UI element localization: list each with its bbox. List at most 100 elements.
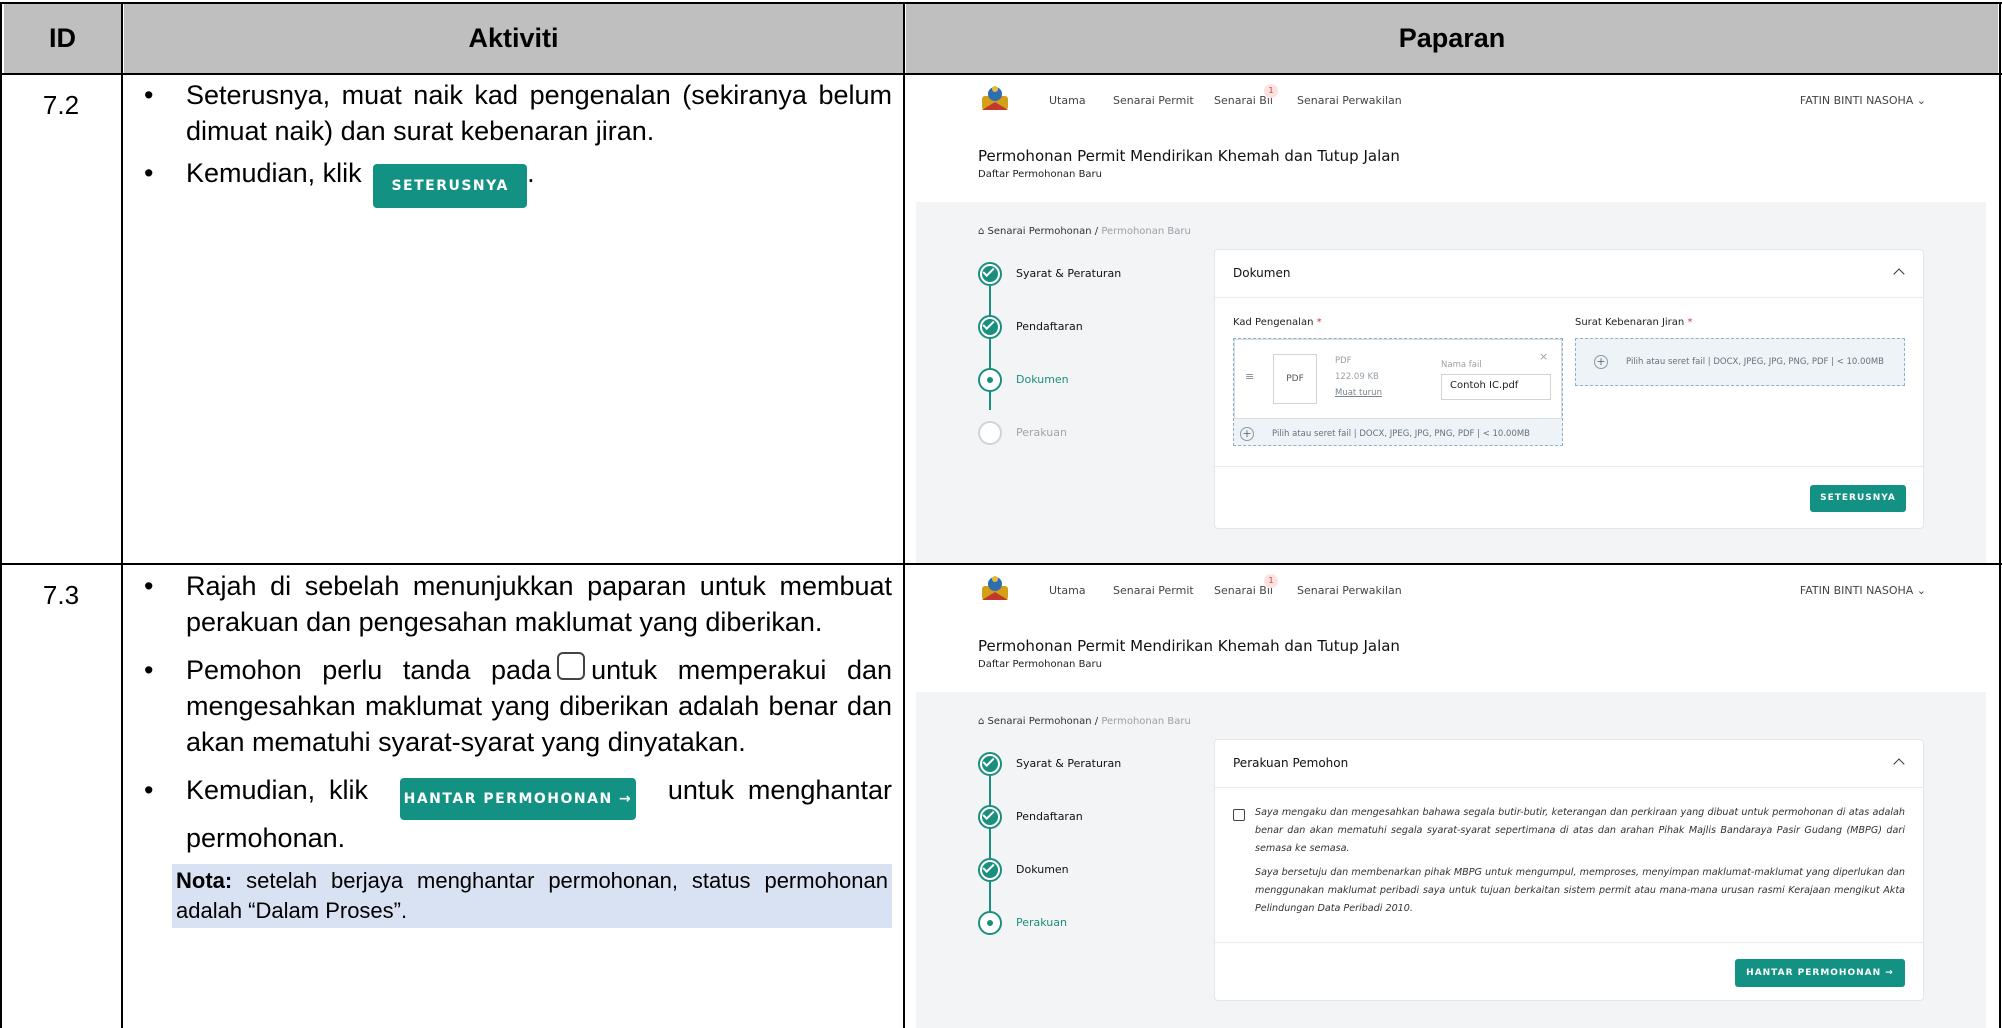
list-item: Rajah di sebelah menunjukkan paparan unt… [136, 568, 892, 640]
ic-label: Kad Pengenalan * [1233, 317, 1322, 328]
user-menu[interactable]: FATIN BINTI NASOHA ⌄ [1800, 94, 1926, 107]
breadcrumb: ⌂ Senarai Permohonan / Permohonan Baru [978, 716, 1191, 727]
table-border-top [0, 2, 2002, 4]
nav-senarai-bil[interactable]: Senarai Bil [1214, 94, 1273, 107]
hantar-permohonan-button-sample: HANTAR PERMOHONAN → [399, 778, 636, 820]
bill-count-badge: 1 [1264, 574, 1278, 588]
nav-senarai-permit[interactable]: Senarai Permit [1113, 584, 1194, 597]
upload-hint: Pilih atau seret fail | DOCX, JPEG, JPG,… [1626, 357, 1885, 367]
checkbox-icon [557, 652, 586, 680]
file-name-input[interactable]: Contoh IC.pdf [1441, 374, 1551, 400]
required-mark: * [1316, 317, 1322, 328]
top-nav: Utama Senarai Permit Senarai Bil 1 Senar… [916, 566, 1986, 616]
divider [1215, 297, 1923, 298]
page-title: Permohonan Permit Mendirikan Khemah dan … [978, 147, 1400, 165]
required-mark: * [1687, 317, 1693, 328]
list-item-text: Pemohon perlu tanda pada [186, 655, 552, 685]
declaration-text-1: Saya mengaku dan mengesahkan bahawa sega… [1255, 807, 1905, 854]
user-menu[interactable]: FATIN BINTI NASOHA ⌄ [1800, 584, 1926, 597]
screenshot-declaration: Utama Senarai Permit Senarai Bil 1 Senar… [916, 566, 1986, 1028]
card-title: Perakuan Pemohon [1233, 756, 1349, 770]
step-label: Pendaftaran [1016, 320, 1083, 333]
neighbour-label-text: Surat Kebenaran Jiran [1575, 317, 1685, 328]
step-label: Dokumen [1016, 373, 1069, 386]
table-row-divider [0, 563, 2002, 565]
nav-utama[interactable]: Utama [1049, 584, 1086, 597]
note-box: Nota: setelah berjaya menghantar permoho… [172, 864, 892, 928]
nav-senarai-bil[interactable]: Senarai Bil [1214, 584, 1273, 597]
step-current-icon [978, 911, 1002, 935]
council-crest-icon [982, 576, 1008, 600]
plus-icon: + [1594, 355, 1608, 369]
content-area: ⌂ Senarai Permohonan / Permohonan Baru S… [916, 692, 1986, 1028]
close-icon[interactable]: × [1539, 350, 1548, 363]
declaration-text-2: Saya bersetuju dan membenarkan pihak MBP… [1255, 867, 1905, 914]
neighbour-letter-label: Surat Kebenaran Jiran * [1575, 317, 1692, 328]
home-icon: ⌂ [978, 226, 985, 237]
step-perakuan[interactable]: Perakuan [978, 421, 1138, 445]
step-perakuan[interactable]: Perakuan [978, 911, 1138, 935]
stepper-line [989, 776, 991, 926]
seterusnya-button[interactable]: SETERUSNYA [1810, 485, 1906, 512]
screenshot-documents: Utama Senarai Permit Senarai Bil 1 Senar… [916, 76, 1986, 563]
seterusnya-button-sample: SETERUSNYA [373, 164, 528, 208]
nav-utama[interactable]: Utama [1049, 94, 1086, 107]
header-id: ID [4, 4, 121, 73]
step-dokumen[interactable]: Dokumen [978, 368, 1138, 392]
step-syarat[interactable]: Syarat & Peraturan [978, 262, 1138, 286]
chevron-up-icon[interactable] [1893, 268, 1905, 280]
list-item-text: Kemudian, klik [186, 158, 362, 188]
user-name: FATIN BINTI NASOHA [1799, 584, 1914, 597]
row-id: 7.2 [42, 90, 80, 120]
nav-senarai-perwakilan[interactable]: Senarai Perwakilan [1297, 94, 1402, 107]
breadcrumb-parent[interactable]: Senarai Permohonan [988, 716, 1092, 727]
drag-handle-icon[interactable]: ≡ [1245, 370, 1254, 383]
step-pending-icon [978, 421, 1002, 445]
chevron-down-icon: ⌄ [1916, 94, 1926, 107]
list-item: Kemudian, klik HANTAR PERMOHONAN → untuk… [136, 772, 892, 856]
step-pendaftaran[interactable]: Pendaftaran [978, 805, 1138, 829]
plus-icon: + [1240, 427, 1254, 441]
file-type: PDF [1335, 356, 1352, 366]
card-title: Dokumen [1233, 266, 1291, 280]
documents-card: Dokumen Kad Pengenalan * Surat Kebenaran… [1214, 249, 1924, 529]
pdf-file-icon: PDF [1273, 354, 1317, 404]
step-syarat[interactable]: Syarat & Peraturan [978, 752, 1138, 776]
note-label: Nota: [176, 868, 233, 893]
home-icon: ⌂ [978, 716, 985, 727]
declaration-checkbox[interactable] [1233, 809, 1245, 821]
step-label: Pendaftaran [1016, 810, 1083, 823]
page-subtitle: Daftar Permohonan Baru [978, 169, 1103, 180]
note-text: setelah berjaya menghantar permohonan, s… [176, 868, 888, 923]
divider [1215, 466, 1923, 467]
list-item-text: Kemudian, klik [186, 775, 369, 805]
header-display: Paparan [906, 4, 1998, 73]
nav-senarai-permit[interactable]: Senarai Permit [1113, 94, 1194, 107]
step-label: Perakuan [1016, 426, 1067, 439]
declaration-card: Perakuan Pemohon Saya mengaku dan menges… [1214, 739, 1924, 1001]
page-subtitle: Daftar Permohonan Baru [978, 659, 1103, 670]
council-crest-icon [982, 86, 1008, 110]
step-label: Syarat & Peraturan [1016, 757, 1122, 770]
step-pendaftaran[interactable]: Pendaftaran [978, 315, 1138, 339]
step-label: Dokumen [1016, 863, 1069, 876]
user-name: FATIN BINTI NASOHA [1799, 94, 1914, 107]
breadcrumb-current: Permohonan Baru [1101, 226, 1191, 237]
file-name-label: Nama fail [1441, 360, 1482, 370]
chevron-up-icon[interactable] [1893, 758, 1905, 770]
file-size: 122.09 KB [1335, 372, 1379, 382]
header-activity: Aktiviti [124, 4, 903, 73]
chevron-down-icon: ⌄ [1916, 584, 1926, 597]
neighbour-letter-upload-zone[interactable]: + Pilih atau seret fail | DOCX, JPEG, JP… [1575, 338, 1905, 386]
download-link[interactable]: Muat turun [1335, 388, 1382, 398]
ic-upload-zone[interactable]: ≡ PDF PDF 122.09 KB Muat turun Nama fail… [1233, 338, 1563, 446]
top-nav: Utama Senarai Permit Senarai Bil 1 Senar… [916, 76, 1986, 126]
table-header-divider [0, 73, 2002, 75]
page-title: Permohonan Permit Mendirikan Khemah dan … [978, 637, 1400, 655]
breadcrumb-parent[interactable]: Senarai Permohonan [988, 226, 1092, 237]
step-dokumen[interactable]: Dokumen [978, 858, 1138, 882]
content-area: ⌂ Senarai Permohonan / Permohonan Baru S… [916, 202, 1986, 563]
nav-senarai-perwakilan[interactable]: Senarai Perwakilan [1297, 584, 1402, 597]
hantar-permohonan-button[interactable]: HANTAR PERMOHONAN → [1735, 959, 1905, 987]
breadcrumb: ⌂ Senarai Permohonan / Permohonan Baru [978, 226, 1191, 237]
